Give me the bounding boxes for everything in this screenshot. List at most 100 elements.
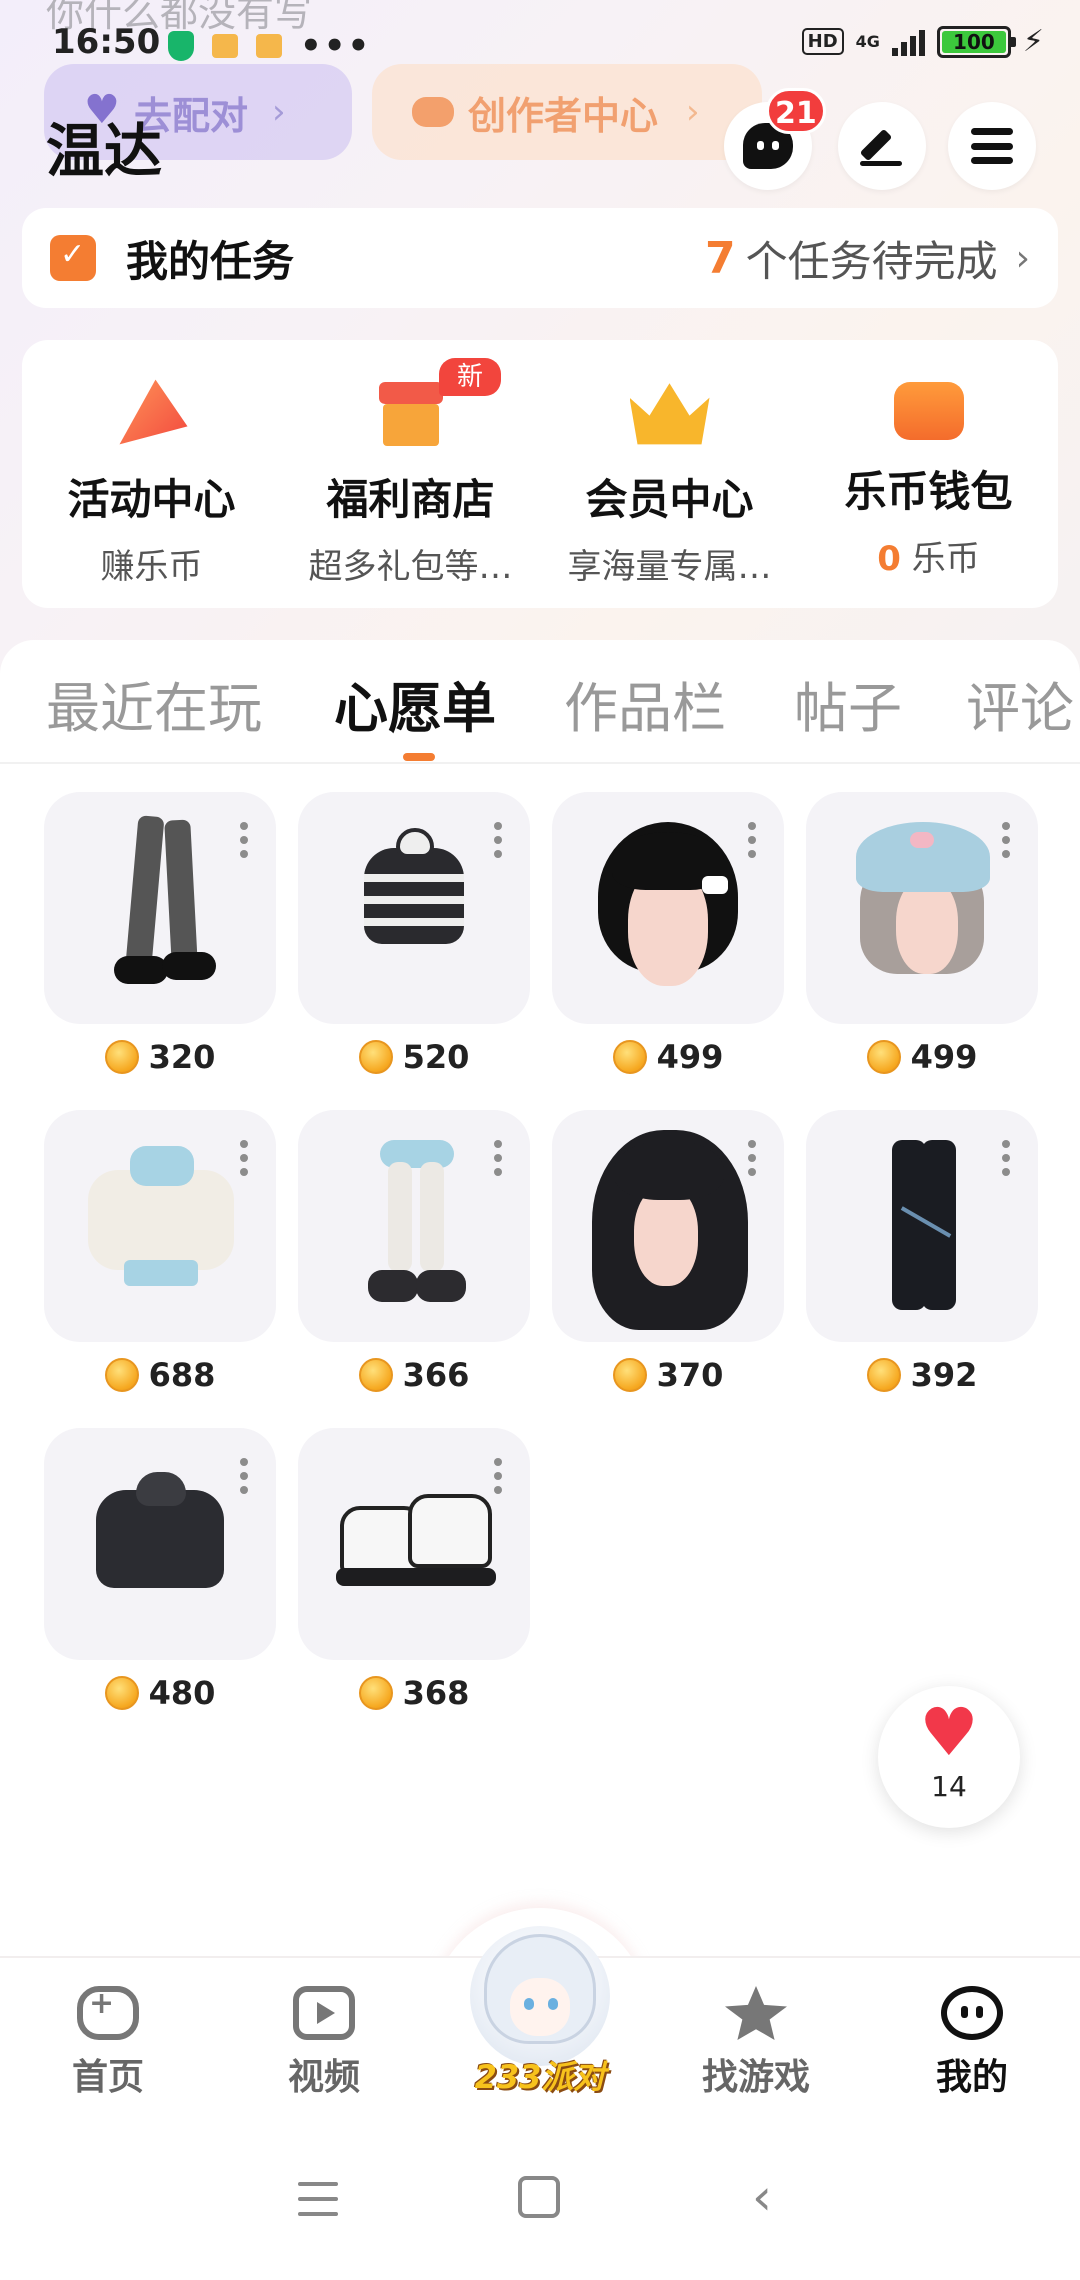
my-tasks-card[interactable]: 我的任务 7 个任务待完成 › <box>22 208 1058 308</box>
creator-center-button[interactable]: 创作者中心 › <box>372 64 762 160</box>
crown-icon <box>629 383 710 445</box>
price-value: 392 <box>910 1356 978 1394</box>
feature-subtitle: 超多礼包等… <box>308 547 513 587</box>
coin-icon <box>866 1358 901 1392</box>
activity-center-item[interactable]: 活动中心 赚乐币 <box>22 340 281 608</box>
nav-me[interactable]: 我的 <box>892 1986 1052 2100</box>
charging-icon: ⚡ <box>1022 24 1044 59</box>
nav-video[interactable]: 视频 <box>244 1986 404 2100</box>
price-value: 368 <box>402 1674 470 1712</box>
wishlist-item[interactable]: 520 <box>298 792 530 1076</box>
item-thumbnail <box>44 792 276 1024</box>
favorites-button[interactable]: ♥ 14 <box>878 1686 1020 1828</box>
battery-level: 100 <box>941 30 1006 53</box>
recent-apps-icon[interactable] <box>298 2182 338 2216</box>
price-value: 480 <box>148 1674 216 1712</box>
wallet-item[interactable]: 乐币钱包 0 乐币 <box>799 340 1058 608</box>
more-options-icon[interactable] <box>240 822 248 858</box>
tab-wishlist[interactable]: 心愿单 <box>334 664 496 743</box>
profile-tabs: 最近在玩 心愿单 作品栏 帖子 评论 <box>0 660 1080 761</box>
menu-button[interactable] <box>948 102 1036 190</box>
coin-icon <box>358 1358 393 1392</box>
task-calendar-icon <box>50 235 96 281</box>
party-label[interactable]: 233派对 <box>440 2052 640 2098</box>
more-options-icon[interactable] <box>240 1140 248 1176</box>
gamepad-icon <box>412 97 454 127</box>
party-avatar-button[interactable] <box>470 1926 610 2066</box>
wallet-balance-unit: 乐币 <box>911 539 980 579</box>
price-value: 688 <box>148 1356 216 1394</box>
more-options-icon[interactable] <box>748 822 756 858</box>
gamepad-icon <box>77 1986 139 2040</box>
chevron-right-icon: › <box>686 92 700 132</box>
coin-icon <box>358 1040 393 1074</box>
back-icon[interactable]: ‹ <box>752 2172 772 2222</box>
member-center-item[interactable]: 会员中心 享海量专属… <box>540 340 799 608</box>
price-value: 499 <box>910 1038 978 1076</box>
more-options-icon[interactable] <box>1002 822 1010 858</box>
nav-home[interactable]: 首页 <box>28 1986 188 2100</box>
feature-subtitle: 赚乐币 <box>100 547 203 587</box>
coin-icon <box>104 1676 139 1710</box>
more-options-icon[interactable] <box>240 1458 248 1494</box>
wishlist-item[interactable]: 499 <box>806 792 1038 1076</box>
tab-posts[interactable]: 帖子 <box>794 664 902 743</box>
status-system-icons: HD 4G 100 ⚡ <box>801 24 1044 59</box>
price-value: 370 <box>656 1356 724 1394</box>
wishlist-item[interactable]: 368 <box>298 1428 530 1712</box>
tab-works[interactable]: 作品栏 <box>564 664 726 743</box>
item-price: 370 <box>552 1356 784 1394</box>
item-price: 366 <box>298 1356 530 1394</box>
party-popper-icon <box>119 379 188 445</box>
tab-comments[interactable]: 评论 <box>966 664 1074 743</box>
wishlist-item[interactable]: 370 <box>552 1110 784 1394</box>
feature-title: 活动中心 <box>67 475 236 524</box>
status-time: 16:50 <box>52 22 161 62</box>
edit-profile-button[interactable] <box>838 102 926 190</box>
wishlist-item[interactable]: 392 <box>806 1110 1038 1394</box>
wallet-icon <box>893 382 964 440</box>
more-options-icon[interactable] <box>494 1458 502 1494</box>
item-thumbnail <box>806 792 1038 1024</box>
item-price: 320 <box>44 1038 276 1076</box>
more-options-icon[interactable] <box>1002 1140 1010 1176</box>
welfare-shop-item[interactable]: 新 福利商店 超多礼包等… <box>281 340 540 608</box>
wallet-balance: 0 乐币 <box>799 531 1058 580</box>
item-thumbnail <box>44 1110 276 1342</box>
nav-find-games[interactable]: 找游戏 <box>676 1986 836 2100</box>
wishlist-item[interactable]: 320 <box>44 792 276 1076</box>
pen-icon <box>860 124 904 168</box>
feature-title: 会员中心 <box>585 475 754 524</box>
notification-icon <box>256 34 282 58</box>
new-badge: 新 <box>439 358 501 396</box>
item-thumbnail <box>552 1110 784 1342</box>
battery-icon: 100 <box>936 25 1016 58</box>
item-thumbnail <box>298 792 530 1024</box>
more-options-icon[interactable] <box>494 822 502 858</box>
wishlist-item[interactable]: 480 <box>44 1428 276 1712</box>
creator-center-label: 创作者中心 <box>468 93 659 138</box>
wishlist-item[interactable]: 499 <box>552 792 784 1076</box>
wishlist-item[interactable]: 366 <box>298 1110 530 1394</box>
shield-icon <box>168 31 194 61</box>
nav-label: 我的 <box>935 2057 1008 2098</box>
more-options-icon[interactable] <box>494 1140 502 1176</box>
star-icon <box>725 1986 787 2040</box>
chevron-right-icon: › <box>1015 237 1030 279</box>
tab-recently-played[interactable]: 最近在玩 <box>46 664 262 743</box>
avatar-face <box>510 1978 570 2036</box>
more-notifications-icon: ••• <box>300 26 372 66</box>
item-price: 520 <box>298 1038 530 1076</box>
notification-icon <box>212 34 238 58</box>
item-thumbnail <box>44 1428 276 1660</box>
wishlist-item[interactable]: 688 <box>44 1110 276 1394</box>
more-options-icon[interactable] <box>748 1140 756 1176</box>
status-notification-icons: ••• <box>168 26 371 66</box>
price-value: 320 <box>148 1038 216 1076</box>
coin-icon <box>358 1676 393 1710</box>
signal-icon <box>891 28 925 56</box>
video-icon <box>293 1986 355 2040</box>
item-price: 392 <box>806 1356 1038 1394</box>
home-icon[interactable] <box>518 2176 560 2218</box>
item-thumbnail <box>806 1110 1038 1342</box>
